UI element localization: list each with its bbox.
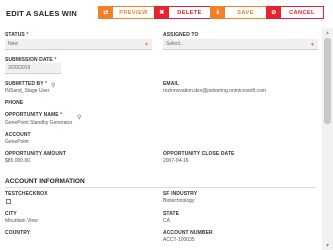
scrollbar-thumb[interactable] — [324, 38, 331, 124]
page-header: EDIT A SALES WIN ⇄ PREVIEW ✖ DELETE ⤓ SA… — [0, 0, 333, 28]
testcheckbox[interactable] — [6, 199, 11, 204]
submitted-by-value: INSand_Stage User — [5, 88, 50, 94]
swap-icon: ⇄ — [99, 7, 113, 18]
save-button[interactable]: ⤓ SAVE — [210, 6, 267, 19]
scroll-up-icon[interactable]: ▲ — [322, 28, 333, 37]
submitted-by-label: SUBMITTED BY * — [5, 81, 48, 87]
form-content: STATUS * New ▼ ASSIGNED TO Select.. ▼ SU… — [0, 28, 322, 250]
save-button-label: SAVE — [237, 9, 254, 16]
close-icon: ✖ — [155, 7, 169, 18]
opportunity-amount-value: $85,000.00 — [5, 158, 31, 164]
opportunity-amount-label: OPPORTUNITY AMOUNT — [5, 151, 66, 157]
testcheckbox-label: TESTCHECKBOX — [5, 191, 48, 197]
account-value: GenePoint — [5, 139, 29, 145]
state-value: CA — [163, 218, 170, 224]
assigned-to-select[interactable]: Select.. ▼ — [163, 39, 318, 50]
vertical-scrollbar[interactable]: ▲ ▼ — [322, 28, 333, 250]
delete-button[interactable]: ✖ DELETE — [154, 6, 211, 19]
sf-industry-label: SF INDUSTRY — [163, 191, 198, 197]
cancel-icon: ⊘ — [267, 7, 281, 18]
sf-industry-value: Biotechnology — [163, 198, 195, 204]
phone-label: PHONE — [5, 100, 24, 106]
email-label: EMAIL — [163, 81, 180, 87]
preview-button-label: PREVIEW — [119, 9, 148, 16]
lookup-icon[interactable]: ⚲ — [77, 114, 81, 121]
assigned-to-placeholder: Select.. — [166, 41, 183, 47]
status-value: New — [8, 41, 19, 47]
country-label: COUNTRY — [5, 230, 31, 236]
lookup-icon[interactable]: ⚲ — [51, 82, 55, 89]
state-label: STATE — [163, 211, 180, 217]
account-number-value: ACCT-100035 — [163, 237, 195, 243]
opportunity-name-value: GenePoint Standby Generator — [5, 120, 73, 126]
preview-button[interactable]: ⇄ PREVIEW — [98, 6, 155, 19]
delete-button-label: DELETE — [177, 9, 202, 16]
account-information-heading: ACCOUNT INFORMATION — [5, 178, 85, 185]
assigned-to-label: ASSIGNED TO — [163, 32, 199, 38]
opportunity-close-date-value: 2007-04-16 — [163, 158, 189, 164]
submission-date-value: 3/20/2019 — [8, 65, 31, 71]
email-value: rozinnovation.dev@psteering.onmicrosoft.… — [163, 88, 266, 94]
status-label: STATUS * — [5, 32, 29, 38]
account-label: ACCOUNT — [5, 132, 31, 138]
submission-date-field[interactable]: 3/20/2019 — [5, 63, 61, 74]
chevron-down-icon: ▼ — [144, 42, 149, 48]
opportunity-name-label: OPPORTUNITY NAME * — [5, 112, 63, 118]
city-label: CITY — [5, 211, 17, 217]
page-title: EDIT A SALES WIN — [6, 9, 77, 18]
cancel-button[interactable]: ⊘ CANCEL — [266, 6, 324, 19]
opportunity-close-date-label: OPPORTUNITY CLOSE DATE — [163, 151, 235, 157]
account-number-label: ACCOUNT NUMBER — [163, 230, 213, 236]
city-value: Mountain View — [5, 218, 38, 224]
scroll-down-icon[interactable]: ▼ — [322, 241, 333, 250]
status-select[interactable]: New ▼ — [5, 39, 152, 50]
chevron-down-icon: ▼ — [310, 42, 315, 48]
download-icon: ⤓ — [211, 7, 225, 18]
cancel-button-label: CANCEL — [289, 9, 315, 16]
section-divider — [5, 187, 317, 188]
